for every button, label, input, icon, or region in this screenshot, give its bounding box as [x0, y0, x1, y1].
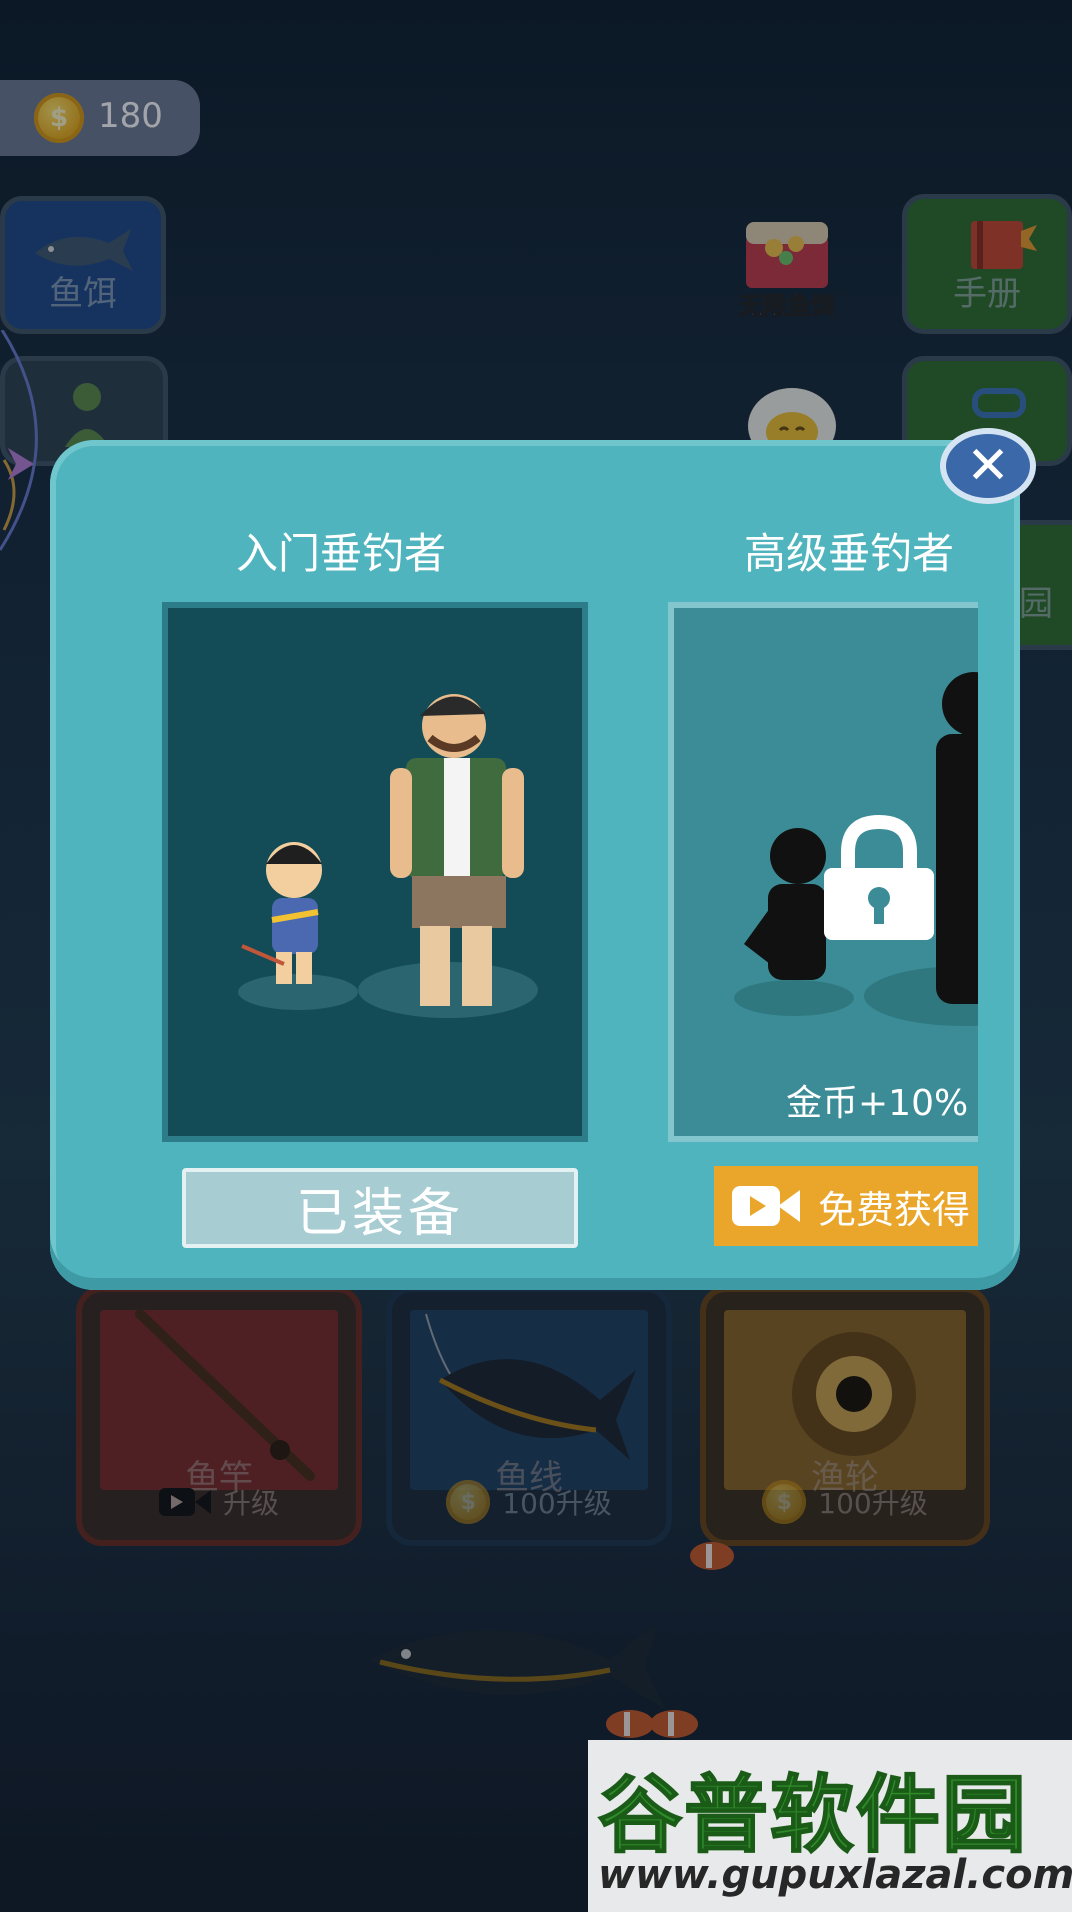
tier-card-advanced[interactable]: 金币+10%	[668, 602, 978, 1142]
tier-title-beginner: 入门垂钓者	[236, 529, 447, 578]
watermark-url: www.gupuxlazal.com	[598, 1852, 1072, 1898]
lock-icon	[824, 814, 934, 940]
angler-carousel[interactable]: 入门垂钓者 高级垂钓者 金币+10%	[100, 520, 978, 1260]
tier-card-beginner[interactable]	[162, 602, 588, 1142]
free-get-label: 免费获得	[818, 1187, 971, 1232]
watermark: 谷普软件园 www.gupuxlazal.com	[588, 1740, 1072, 1912]
close-button[interactable]: ✕	[940, 428, 1036, 504]
watermark-title: 谷普软件园	[597, 1765, 1029, 1865]
video-icon	[732, 1186, 800, 1226]
tier-title-advanced: 高级垂钓者	[744, 529, 955, 578]
equipped-button[interactable]: 已装备	[182, 1168, 578, 1248]
close-icon: ✕	[966, 436, 1010, 496]
coin-bonus-label: 金币+10%	[786, 1083, 969, 1124]
angler-beginner-art	[238, 694, 538, 1018]
free-get-button[interactable]: 免费获得	[714, 1166, 978, 1246]
